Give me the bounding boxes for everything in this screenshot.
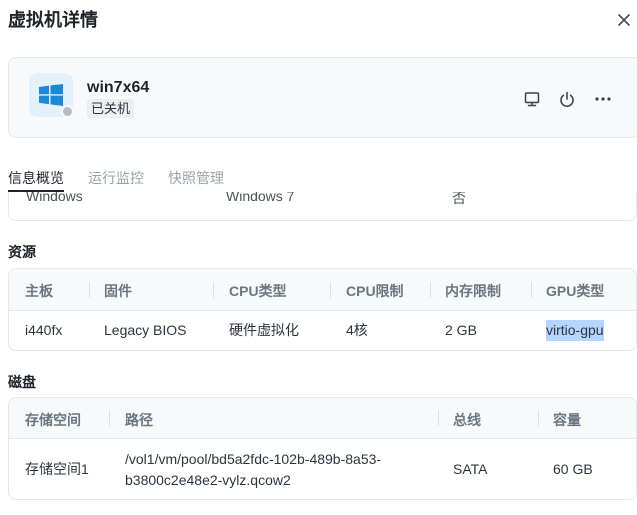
table-cell: 硬件虚拟化: [229, 322, 299, 338]
column-header: 路径: [125, 412, 153, 428]
overview-cell: Windows: [26, 192, 83, 204]
console-button[interactable]: [521, 88, 543, 110]
column-divider: [531, 282, 532, 298]
overview-cell: Windows 7: [226, 192, 295, 204]
column-divider: [438, 410, 439, 426]
disks-table: 存储空间 路径 总线 容量 存储空间1 /vol1/vm/pool/bd5a2f…: [8, 397, 637, 500]
column-divider: [430, 282, 431, 298]
column-header: GPU类型: [546, 283, 605, 299]
column-divider: [89, 282, 90, 298]
column-header: CPU限制: [346, 283, 404, 299]
vm-name: win7x64: [87, 79, 150, 96]
status-badge: 已关机: [87, 99, 135, 118]
column-header: 总线: [453, 412, 481, 428]
column-divider: [330, 282, 331, 298]
column-header: CPU类型: [229, 283, 287, 299]
column-divider: [213, 282, 214, 298]
detail-tabs: 信息概览 运行监控 快照管理: [8, 168, 637, 192]
table-cell: Legacy BIOS: [104, 322, 187, 338]
table-cell: 60 GB: [553, 461, 593, 477]
resources-table: 主板 固件 CPU类型 CPU限制 内存限制 GPU类型 i440fx Lega…: [8, 268, 637, 351]
vm-status-indicator: [61, 105, 74, 118]
close-icon: [618, 14, 630, 26]
windows-logo-icon: [39, 84, 63, 106]
column-divider: [538, 410, 539, 426]
disks-section-title: 磁盘: [8, 374, 36, 390]
tab-overview[interactable]: 信息概览: [8, 168, 64, 192]
table-cell: 2 GB: [445, 322, 477, 338]
table-cell: i440fx: [25, 322, 63, 338]
more-button[interactable]: [592, 88, 614, 110]
overview-table-partial: Windows Windows 7 否: [8, 192, 637, 221]
resources-section-title: 资源: [8, 244, 36, 260]
column-header: 主板: [25, 283, 53, 299]
power-button[interactable]: [556, 88, 578, 110]
overview-cell: 否: [452, 192, 466, 206]
disk-path-line: b3800c2e48e2-vylz.qcow2: [125, 472, 291, 488]
close-button[interactable]: [614, 10, 634, 30]
table-header: 主板 固件 CPU类型 CPU限制 内存限制 GPU类型: [9, 269, 636, 311]
table-cell: virtio-gpu: [546, 320, 604, 341]
tab-monitor[interactable]: 运行监控: [88, 168, 144, 192]
monitor-icon: [524, 92, 540, 107]
tab-snapshots[interactable]: 快照管理: [168, 168, 224, 192]
column-divider: [109, 410, 110, 426]
power-icon: [560, 91, 574, 107]
dialog-title: 虚拟机详情: [8, 10, 98, 30]
table-cell: 存储空间1: [25, 461, 89, 477]
vm-summary-card: win7x64 已关机: [8, 57, 637, 138]
table-cell: SATA: [453, 461, 488, 477]
more-icon: [595, 97, 611, 101]
column-header: 固件: [104, 283, 132, 299]
table-header: 存储空间 路径 总线 容量: [9, 398, 636, 439]
column-header: 存储空间: [25, 412, 81, 428]
column-header: 内存限制: [445, 283, 501, 299]
disk-path-line: /vol1/vm/pool/bd5a2fdc-102b-489b-8a53-: [125, 451, 382, 467]
table-cell: 4核: [346, 322, 368, 338]
column-header: 容量: [553, 412, 581, 428]
